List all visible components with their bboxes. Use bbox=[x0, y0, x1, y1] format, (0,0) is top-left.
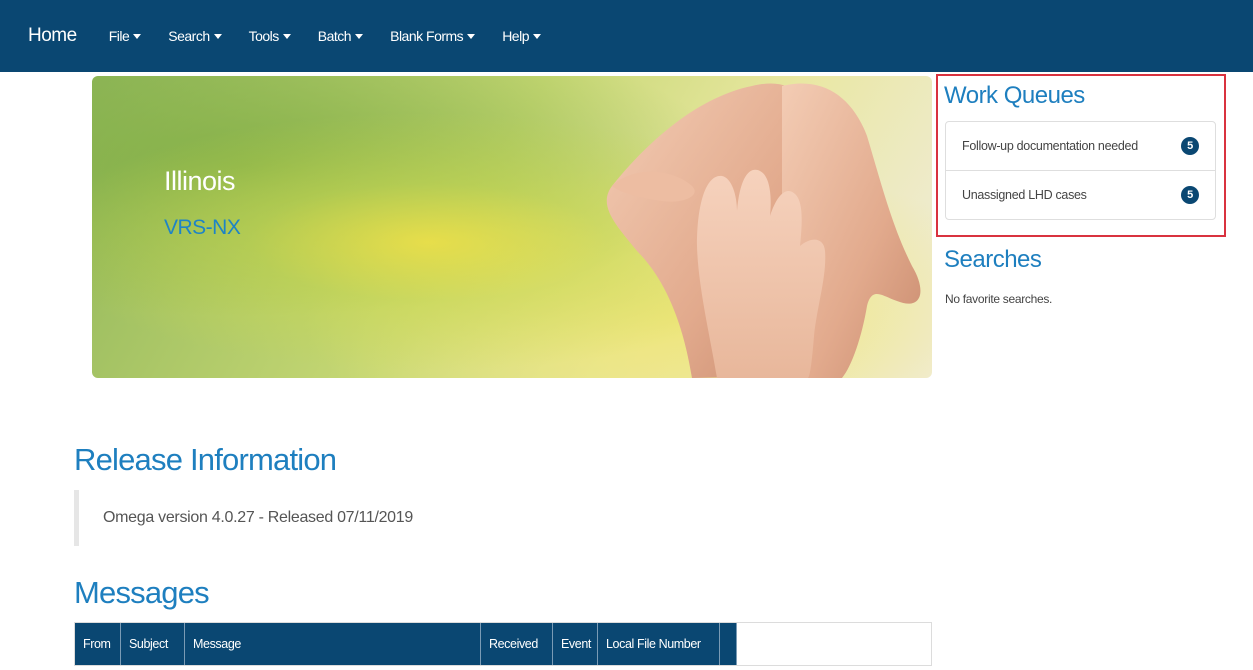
menu-batch[interactable]: Batch bbox=[317, 28, 364, 44]
menu-file[interactable]: File bbox=[109, 28, 142, 44]
menu-search-label: Search bbox=[168, 28, 210, 44]
menu-search[interactable]: Search bbox=[168, 28, 222, 44]
work-queue-label: Unassigned LHD cases bbox=[962, 188, 1087, 202]
column-header-message[interactable]: Message bbox=[185, 623, 481, 665]
release-blockquote: Omega version 4.0.27 - Released 07/11/20… bbox=[74, 490, 574, 546]
searches-title: Searches bbox=[944, 246, 1042, 273]
count-badge: 5 bbox=[1181, 137, 1199, 155]
messages-table-header: From Subject Message Received Event Loca… bbox=[75, 623, 737, 665]
menu-tools-label: Tools bbox=[248, 28, 280, 44]
chevron-down-icon bbox=[532, 33, 541, 39]
menu-file-label: File bbox=[108, 28, 130, 44]
menu-help[interactable]: Help bbox=[502, 28, 541, 44]
count-badge: 5 bbox=[1181, 186, 1199, 204]
column-header-received[interactable]: Received bbox=[481, 623, 553, 665]
menu-batch-label: Batch bbox=[317, 28, 352, 44]
menu-tools[interactable]: Tools bbox=[249, 28, 291, 44]
messages-table: From Subject Message Received Event Loca… bbox=[74, 622, 932, 666]
work-queue-item[interactable]: Unassigned LHD cases 5 bbox=[946, 170, 1215, 219]
hero-subtitle: VRS-NX bbox=[164, 216, 241, 239]
home-link[interactable]: Home bbox=[28, 25, 77, 47]
menu-blank-forms-label: Blank Forms bbox=[390, 28, 464, 44]
menu-blank-forms[interactable]: Blank Forms bbox=[390, 28, 476, 44]
main-menu: File Search Tools Batch Blank Forms Help bbox=[109, 28, 568, 44]
chevron-down-icon bbox=[282, 33, 291, 39]
chevron-down-icon bbox=[467, 33, 476, 39]
release-text: Omega version 4.0.27 - Released 07/11/20… bbox=[103, 509, 413, 526]
work-queues-list: Follow-up documentation needed 5 Unassig… bbox=[945, 121, 1216, 220]
column-header-event[interactable]: Event bbox=[553, 623, 598, 665]
no-favorite-searches-text: No favorite searches. bbox=[945, 292, 1053, 306]
work-queue-item[interactable]: Follow-up documentation needed 5 bbox=[946, 122, 1215, 170]
work-queue-label: Follow-up documentation needed bbox=[962, 139, 1138, 153]
column-header-extra bbox=[720, 623, 737, 665]
column-header-from[interactable]: From bbox=[75, 623, 121, 665]
column-header-subject[interactable]: Subject bbox=[121, 623, 185, 665]
chevron-down-icon bbox=[133, 33, 142, 39]
menu-help-label: Help bbox=[502, 28, 529, 44]
column-header-local-file-number[interactable]: Local File Number bbox=[598, 623, 720, 665]
hero-banner: Illinois VRS-NX bbox=[92, 76, 932, 378]
chevron-down-icon bbox=[355, 33, 364, 39]
hero-title: Illinois bbox=[164, 166, 236, 196]
release-information-title: Release Information bbox=[74, 442, 337, 477]
top-navbar: Home File Search Tools Batch Blank Forms… bbox=[0, 0, 1253, 72]
messages-title: Messages bbox=[74, 575, 210, 610]
work-queues-title: Work Queues bbox=[944, 82, 1085, 109]
chevron-down-icon bbox=[213, 33, 222, 39]
